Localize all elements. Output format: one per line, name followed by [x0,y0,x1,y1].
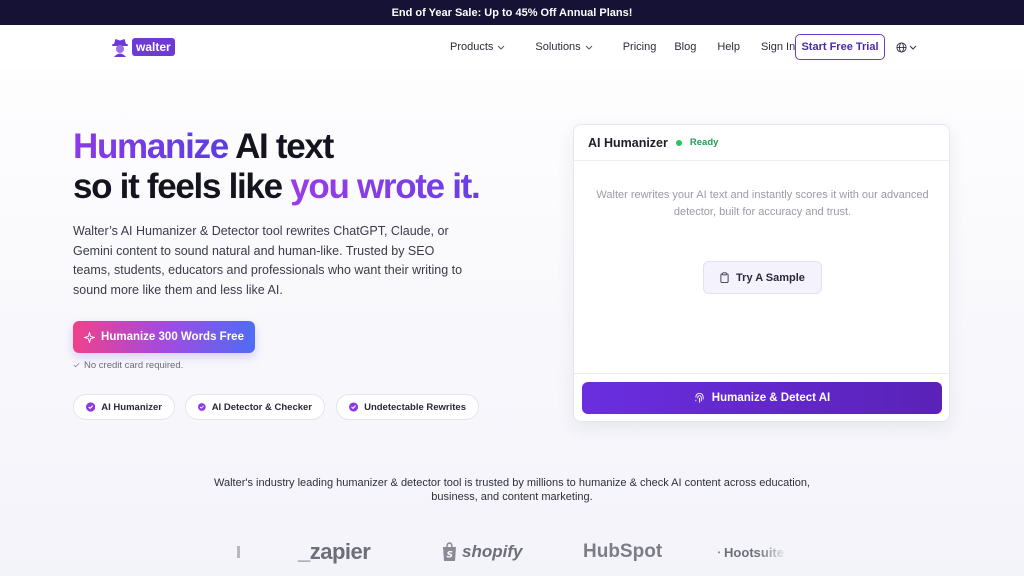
language-selector[interactable] [896,40,917,54]
status-dot [675,139,682,146]
sparkle-icon [84,331,96,343]
check-circle-icon [86,402,96,412]
partial-logo [237,534,240,570]
card-divider [574,373,949,374]
trust-statement: Walter's industry leading humanizer & de… [214,477,810,503]
card-description: Walter rewrites your AI text and instant… [596,189,929,218]
pill-ai-detector-checker[interactable]: AI Detector & Checker [185,394,325,420]
shopify-logo-text: shopify [462,542,523,561]
hero-description: Walter’s AI Humanizer & Detector tool re… [73,224,463,297]
nav-sign-in[interactable]: Sign In [761,41,795,53]
hero-title-highlight-humanize: Humanize [73,127,229,166]
nav-solutions-label: Solutions [535,41,581,53]
shopify-logo: S shopify [441,534,522,570]
nav-products-label: Products [450,41,494,53]
status-badge: Ready [689,137,719,148]
nav-blog[interactable]: Blog [674,41,696,53]
shopify-bag-icon: S [443,542,456,561]
hero-title-feels-like: so it feels like [73,167,283,206]
check-icon [73,362,80,368]
customer-logos: _zapier S shopify HubSpot Hootsuite [0,534,1024,570]
clipboard-icon [720,272,729,283]
humanize-free-button[interactable]: Humanize 300 Words Free [73,321,255,353]
humanize-detect-label: Humanize & Detect AI [711,392,831,404]
fingerprint-icon [695,392,704,403]
nav-links: Products Solutions Pricing Blog Help Sig… [450,25,795,69]
owl-icon [718,551,720,553]
pill-label: AI Detector & Checker [211,401,312,413]
hootsuite-logo-text: Hootsuite [724,544,784,560]
svg-text:S: S [447,551,453,561]
hero-title-highlight-you-wrote-it: you wrote it. [290,167,481,206]
pill-label: AI Humanizer [101,401,162,413]
pill-label: Undetectable Rewrites [364,401,466,413]
hero-title-line-2: so it feels like you wrote it. [73,167,543,207]
hubspot-logo: HubSpot [583,534,662,570]
chevron-down-icon [909,45,917,50]
globe-icon [896,41,907,53]
chevron-down-icon [585,45,593,50]
hero-title-line-1: Humanize AI text [73,127,543,167]
no-credit-card-note: No credit card required. [73,359,183,371]
nav-pricing[interactable]: Pricing [623,41,657,53]
detective-logo-icon [112,39,128,57]
try-sample-button[interactable]: Try A Sample [703,261,822,294]
promo-banner-text: End of Year Sale: Up to 45% Off Annual P… [391,6,633,19]
no-credit-card-text: No credit card required. [84,359,184,371]
humanize-free-button-label: Humanize 300 Words Free [101,331,244,343]
card-header: AI Humanizer Ready [574,125,949,161]
logo-wordmark: walter [132,38,175,56]
nav-help[interactable]: Help [717,41,740,53]
hero-title-ai-text: AI text [235,127,334,166]
nav-pricing-label: Pricing [622,41,657,53]
try-sample-label: Try A Sample [736,271,805,284]
nav-solutions[interactable]: Solutions [535,41,593,53]
pill-ai-humanizer[interactable]: AI Humanizer [73,394,175,420]
walter-logo[interactable]: walter [111,36,175,58]
nav-blog-label: Blog [674,41,697,53]
check-circle-icon [198,403,206,411]
nav-sign-in-label: Sign In [760,41,796,53]
hero-title: Humanize AI text so it feels like you wr… [73,127,543,207]
zapier-logo-text: _zapier [298,539,371,564]
pill-undetectable-rewrites[interactable]: Undetectable Rewrites [336,394,479,420]
start-free-trial-button[interactable]: Start Free Trial [795,34,885,60]
ai-humanizer-card: AI Humanizer Ready Walter rewrites your … [573,124,950,422]
zapier-logo: _zapier [298,534,371,570]
top-navigation: walter Products Solutions Pricing Blog H… [0,25,1024,69]
nav-products[interactable]: Products [450,41,505,53]
chevron-down-icon [498,45,505,50]
hubspot-logo-text: HubSpot [583,541,663,562]
check-circle-icon [349,402,359,412]
humanize-detect-button[interactable]: Humanize & Detect AI [582,382,942,414]
card-title: AI Humanizer [588,135,668,150]
nav-help-label: Help [717,41,740,53]
promo-banner[interactable]: End of Year Sale: Up to 45% Off Annual P… [0,0,1024,25]
hootsuite-logo: Hootsuite [718,534,784,570]
